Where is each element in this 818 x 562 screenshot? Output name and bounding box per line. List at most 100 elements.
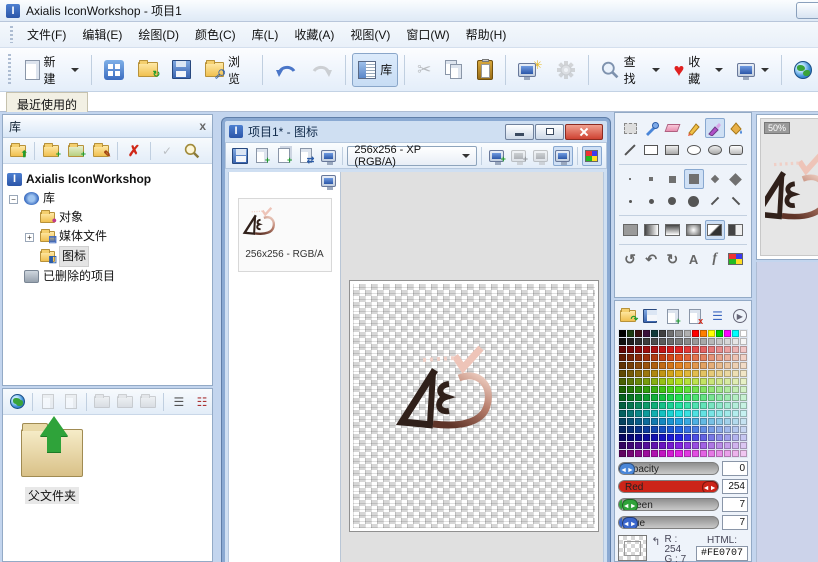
brush-round-2[interactable] xyxy=(641,191,661,211)
brush-round-3[interactable] xyxy=(662,191,682,211)
brush-size-2[interactable] xyxy=(641,169,661,189)
red-value[interactable]: 254 xyxy=(722,479,748,494)
fill-gradient-h[interactable] xyxy=(641,220,661,240)
palette-menu-button[interactable]: ▶ xyxy=(732,306,748,326)
opacity-value[interactable]: 0 xyxy=(722,461,748,476)
folder-up-button[interactable]: ⬆︎ xyxy=(7,141,29,161)
menu-draw[interactable]: 绘图(D) xyxy=(130,23,187,46)
line-tool[interactable] xyxy=(620,140,640,160)
library-toggle-button[interactable]: 库 xyxy=(352,53,398,87)
open-palette-button[interactable]: ↷ xyxy=(620,306,636,326)
fill-solid[interactable] xyxy=(620,220,640,240)
duplicate-format-button[interactable]: ⇄ xyxy=(296,146,316,166)
add-formats-button[interactable]: + xyxy=(274,146,294,166)
browse-button[interactable]: 🔎︎ 浏览 xyxy=(199,53,256,87)
new-folder-button[interactable] xyxy=(92,392,112,412)
text-tool[interactable]: A xyxy=(684,249,704,269)
tree-item-objects[interactable]: ● 对象 xyxy=(7,208,208,227)
brush-size-3[interactable] xyxy=(662,169,682,189)
menu-edit[interactable]: 编辑(E) xyxy=(74,23,130,46)
parent-folder-icon[interactable] xyxy=(21,429,83,477)
drawing-canvas[interactable] xyxy=(353,284,595,528)
favorites-dropdown-caret[interactable] xyxy=(715,68,723,72)
view-list-button[interactable]: ☰ xyxy=(169,392,189,412)
remove-format-button[interactable] xyxy=(531,146,551,166)
editor-title-bar[interactable]: I 项目1* - 图标 xyxy=(225,121,607,142)
fill-gradient-diag[interactable] xyxy=(705,220,725,240)
cut-button[interactable]: ✂︎ xyxy=(411,53,437,87)
search-library-button[interactable] xyxy=(181,141,203,161)
blue-slider[interactable]: Blue◄► xyxy=(618,516,719,529)
tree-item-icons[interactable]: ◧ 图标 xyxy=(7,246,208,267)
html-color-input[interactable]: #FE0707 xyxy=(696,546,748,561)
add-format-button[interactable]: + xyxy=(252,146,272,166)
new-library-item-button[interactable] xyxy=(98,53,130,87)
fill-gradient-v[interactable] xyxy=(662,220,682,240)
rotate-right-tool[interactable]: ↻ xyxy=(662,249,682,269)
redo-button[interactable] xyxy=(305,53,339,87)
tree-item-media[interactable]: + ▤ 媒体文件 xyxy=(7,227,208,246)
brush-backslash[interactable] xyxy=(726,191,746,211)
add-subfolder-button[interactable]: + xyxy=(65,141,87,161)
collapse-icon[interactable]: − xyxy=(9,195,18,204)
menu-view[interactable]: 视图(V) xyxy=(342,23,398,46)
wizard-button[interactable]: ✳︎ xyxy=(512,53,548,87)
test-icon-button[interactable] xyxy=(553,146,573,166)
rect-filled-tool[interactable] xyxy=(662,140,682,160)
blue-value[interactable]: 7 xyxy=(722,515,748,530)
brush-size-4[interactable] xyxy=(684,169,704,189)
fill-two-tone[interactable] xyxy=(726,220,746,240)
save-button[interactable] xyxy=(166,53,197,87)
opacity-slider[interactable]: Opacity◄► xyxy=(618,462,719,475)
remove-color-button[interactable]: x xyxy=(687,306,703,326)
menu-window[interactable]: 窗口(W) xyxy=(398,23,457,46)
settings-button[interactable] xyxy=(550,53,582,87)
green-value[interactable]: 7 xyxy=(722,497,748,512)
ellipse-outline-tool[interactable] xyxy=(684,140,704,160)
current-color-chip[interactable] xyxy=(618,535,647,561)
tree-item-library[interactable]: − 库 xyxy=(7,189,208,208)
format-thumbnail[interactable]: 256x256 - RGB/A xyxy=(238,198,332,272)
brush-slash[interactable] xyxy=(705,191,725,211)
brush-tool[interactable] xyxy=(705,118,725,138)
rounded-rect-tool[interactable] xyxy=(726,140,746,160)
library-panel-close-icon[interactable]: x xyxy=(199,119,206,133)
web-download-button[interactable] xyxy=(7,392,27,412)
flip-tool[interactable]: ↶ xyxy=(641,249,661,269)
effects-tool[interactable]: f xyxy=(705,249,725,269)
editor-close-button[interactable] xyxy=(565,124,603,140)
red-slider[interactable]: Red◄► xyxy=(618,480,719,493)
eyedropper-tool[interactable] xyxy=(641,118,661,138)
green-slider[interactable]: Green◄► xyxy=(618,498,719,511)
brush-diamond-large[interactable] xyxy=(726,169,746,189)
select-tool[interactable] xyxy=(620,118,640,138)
new-image-format-button[interactable]: + xyxy=(486,146,506,166)
color-palette-grid[interactable] xyxy=(618,329,748,458)
rect-outline-tool[interactable] xyxy=(641,140,661,160)
editor-save-button[interactable] xyxy=(230,146,250,166)
tab-recent[interactable]: 最近使用的 xyxy=(6,92,88,112)
rename-folder-button[interactable] xyxy=(115,392,135,412)
paste-button[interactable] xyxy=(471,53,499,87)
menu-library[interactable]: 库(L) xyxy=(244,23,287,46)
menu-help[interactable]: 帮助(H) xyxy=(458,23,515,46)
add-color-button[interactable]: + xyxy=(665,306,681,326)
brush-diamond-small[interactable] xyxy=(705,169,725,189)
tree-item-root[interactable]: I Axialis IconWorkshop xyxy=(7,170,208,189)
web-button[interactable] xyxy=(788,53,818,87)
find-dropdown-caret[interactable] xyxy=(652,68,660,72)
copy-item-button[interactable] xyxy=(38,392,58,412)
delete-button[interactable]: ✗︎ xyxy=(123,141,145,161)
grid-toggle-button[interactable] xyxy=(582,146,602,166)
eraser-tool[interactable] xyxy=(662,118,682,138)
pencil-tool[interactable] xyxy=(684,118,704,138)
export-format-button[interactable] xyxy=(318,146,338,166)
check-button[interactable]: ✓ xyxy=(156,141,178,161)
find-button[interactable]: 查找 xyxy=(595,53,665,87)
fill-tool[interactable] xyxy=(726,118,746,138)
rotate-left-tool[interactable]: ↺ xyxy=(620,249,640,269)
refresh-folder-button[interactable]: ↻ xyxy=(132,53,164,87)
menu-file[interactable]: 文件(F) xyxy=(19,23,74,46)
favorites-button[interactable]: ♥ 收藏 xyxy=(668,53,729,87)
brush-round-1[interactable] xyxy=(620,191,640,211)
